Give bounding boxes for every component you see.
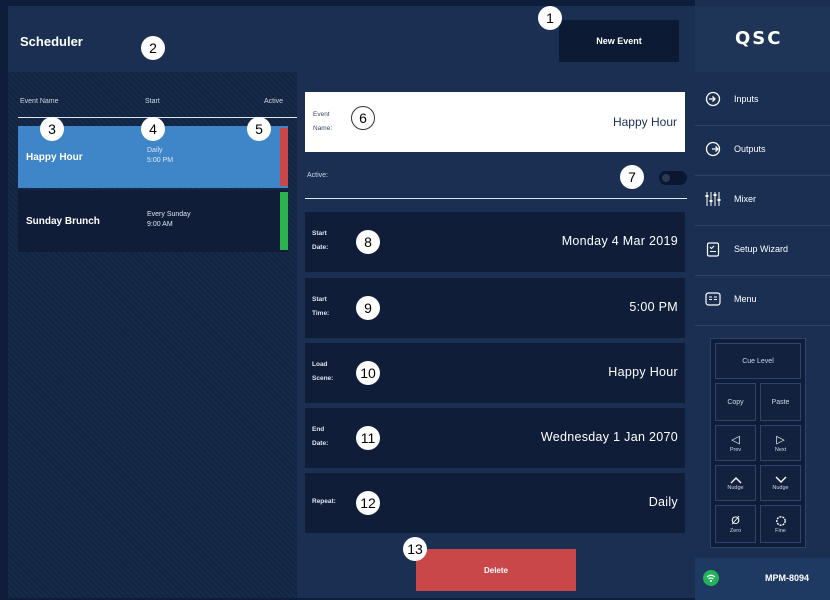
- prev-label: Prev: [729, 446, 742, 453]
- callout-7: 7: [620, 165, 644, 189]
- event-name-value: Happy Hour: [612, 115, 677, 129]
- mixer-icon: [705, 192, 721, 206]
- prev-button[interactable]: ◁ Prev: [715, 425, 756, 461]
- nudge-up-button[interactable]: Nudge: [715, 465, 756, 501]
- event-repeat: Daily: [147, 147, 163, 154]
- menu-icon: [705, 292, 721, 306]
- start-time-label: Start Time:: [312, 296, 330, 317]
- copy-button[interactable]: Copy: [715, 383, 756, 421]
- toggle-knob: [662, 174, 670, 182]
- triangle-right-icon: ▷: [776, 433, 785, 446]
- nudge-down-button[interactable]: Nudge: [760, 465, 801, 501]
- event-active-indicator: [280, 128, 288, 186]
- callout-1: 1: [538, 6, 562, 30]
- callout-3: 3: [40, 117, 64, 141]
- callout-4: 4: [141, 117, 165, 141]
- end-date-label: End Date:: [312, 426, 329, 447]
- outputs-icon: [705, 141, 721, 157]
- new-event-button[interactable]: New Event: [559, 20, 679, 62]
- sidebar: QSC Inputs Outputs Mixer Setup Wizard Me…: [695, 0, 830, 600]
- wifi-icon[interactable]: [703, 570, 719, 586]
- fine-button[interactable]: Fine: [760, 505, 801, 543]
- cue-level-label: Cue Level: [742, 357, 774, 365]
- event-start: Daily 5:00 PM: [147, 146, 173, 166]
- event-row-sunday-brunch[interactable]: Sunday Brunch Every Sunday 9:00 AM: [18, 190, 288, 252]
- event-name: Happy Hour: [26, 152, 83, 163]
- control-keypad: Cue Level Copy Paste ◁ Prev ▷ Next Nudge: [710, 338, 806, 548]
- active-divider: [305, 198, 687, 199]
- start-date-value: Monday 4 Mar 2019: [561, 234, 678, 248]
- cue-level-button[interactable]: Cue Level: [715, 343, 801, 379]
- callout-8: 8: [356, 230, 380, 254]
- sidebar-item-label: Inputs: [734, 94, 759, 104]
- event-list-header: Event Name Start Active: [8, 98, 297, 118]
- sidebar-item-inputs[interactable]: Inputs: [695, 76, 830, 126]
- event-active-indicator: [280, 192, 288, 250]
- status-bar: MPM-8094: [695, 558, 830, 600]
- callout-2: 2: [141, 36, 165, 60]
- nudge-up-label: Nudge: [727, 484, 744, 491]
- sidebar-item-mixer[interactable]: Mixer: [695, 176, 830, 226]
- event-name: Sunday Brunch: [26, 216, 100, 227]
- column-header-event-name: Event Name: [20, 98, 59, 105]
- chevron-down-icon: [775, 476, 786, 483]
- event-time: 5:00 PM: [147, 157, 174, 164]
- callout-12: 12: [356, 491, 380, 515]
- load-scene-label: Load Scene:: [312, 361, 334, 382]
- callout-11: 11: [356, 426, 380, 450]
- zero-label: Zero: [729, 527, 742, 534]
- copy-label: Copy: [727, 398, 744, 406]
- callout-10: 10: [356, 361, 380, 385]
- qsc-logo: QSC: [735, 28, 783, 49]
- page-title: Scheduler: [20, 34, 83, 49]
- repeat-label: Repeat:: [312, 498, 336, 505]
- wifi-signal-icon: [706, 574, 716, 582]
- end-date-value: Wednesday 1 Jan 2070: [540, 430, 678, 444]
- start-date-label: Start Date:: [312, 230, 329, 251]
- event-time: 9:00 AM: [147, 221, 173, 228]
- triangle-left-icon: ◁: [731, 433, 740, 446]
- event-name-label: Event Name:: [313, 111, 333, 132]
- event-start: Every Sunday 9:00 AM: [147, 210, 191, 230]
- device-model: MPM-8094: [765, 573, 810, 583]
- sidebar-item-menu[interactable]: Menu: [695, 276, 830, 326]
- nudge-down-label: Nudge: [772, 484, 789, 491]
- fine-dial-icon: [775, 515, 786, 526]
- inputs-icon: [705, 91, 721, 107]
- active-label: Active:: [307, 172, 329, 179]
- chevron-up-icon: [730, 476, 741, 483]
- callout-5: 5: [247, 117, 271, 141]
- next-button[interactable]: ▷ Next: [760, 425, 801, 461]
- column-header-start: Start: [145, 98, 160, 105]
- sidebar-item-label: Mixer: [734, 194, 756, 204]
- sidebar-item-label: Setup Wizard: [734, 244, 789, 254]
- zero-icon: Ø: [731, 514, 740, 527]
- repeat-value: Daily: [648, 495, 678, 509]
- callout-6: 6: [351, 106, 375, 130]
- sidebar-item-outputs[interactable]: Outputs: [695, 126, 830, 176]
- callout-13: 13: [403, 537, 427, 561]
- start-time-value: 5:00 PM: [629, 300, 678, 314]
- event-repeat: Every Sunday: [147, 211, 191, 218]
- zero-button[interactable]: Ø Zero: [715, 505, 756, 543]
- callout-9: 9: [356, 296, 380, 320]
- sidebar-item-label: Menu: [734, 294, 757, 304]
- column-header-active: Active: [264, 98, 284, 105]
- event-list-panel: Event Name Start Active Happy Hour Daily…: [8, 72, 297, 598]
- next-label: Next: [774, 446, 787, 453]
- setup-wizard-icon: [706, 242, 720, 257]
- fine-label: Fine: [775, 527, 786, 534]
- header: Scheduler New Event: [8, 6, 695, 72]
- logo-area: QSC: [695, 6, 830, 72]
- load-scene-value: Happy Hour: [608, 365, 678, 379]
- active-toggle[interactable]: [659, 171, 687, 185]
- sidebar-item-label: Outputs: [734, 144, 766, 154]
- delete-button[interactable]: Delete: [416, 549, 576, 591]
- sidebar-item-setup-wizard[interactable]: Setup Wizard: [695, 226, 830, 276]
- paste-button[interactable]: Paste: [760, 383, 801, 421]
- paste-label: Paste: [771, 398, 790, 406]
- scheduler-app: Scheduler New Event Event Name Start Act…: [0, 0, 830, 600]
- event-detail-panel: Event Name: Happy Hour Active: Start Dat…: [297, 72, 695, 598]
